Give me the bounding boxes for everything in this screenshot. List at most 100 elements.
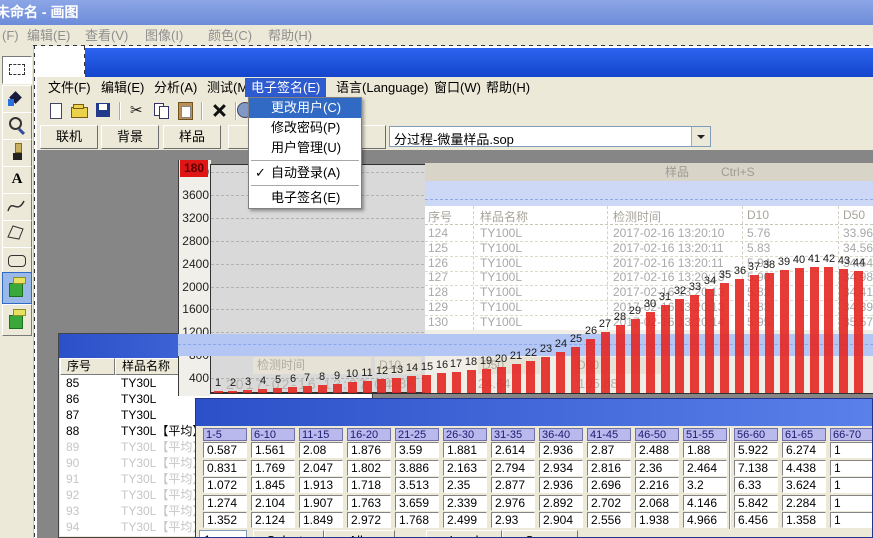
dist-cell-r1-c3[interactable]: 2.08 bbox=[299, 442, 343, 458]
dist-cell-r4-c2[interactable]: 2.104 bbox=[251, 495, 295, 511]
dist-cell-r3-c8[interactable]: 2.936 bbox=[539, 477, 583, 493]
dist-cell-r3-c5[interactable]: 3.513 bbox=[395, 477, 439, 493]
cube-icon[interactable] bbox=[2, 304, 32, 336]
control-button-select[interactable]: Select= bbox=[253, 530, 324, 538]
dist-cell-r3-c13[interactable]: 3.624 bbox=[782, 477, 826, 493]
dist-cell-r2-c3[interactable]: 2.047 bbox=[299, 460, 343, 476]
dist-cell-r4-c9[interactable]: 2.702 bbox=[587, 495, 631, 511]
dist-cell-r2-c10[interactable]: 2.36 bbox=[635, 460, 679, 476]
app-menu-0[interactable]: 文件(F) bbox=[42, 78, 97, 97]
dist-cell-r1-c12[interactable]: 5.922 bbox=[734, 442, 778, 458]
dist-cell-r4-c10[interactable]: 2.068 bbox=[635, 495, 679, 511]
results-row-127[interactable]: 127TY100L2017-02-16 13:20:135.9034.98 bbox=[425, 270, 873, 286]
control-button-load[interactable]: Load bbox=[426, 530, 502, 538]
dist-cell-r4-c6[interactable]: 2.339 bbox=[443, 495, 487, 511]
dist-cell-r5-c3[interactable]: 1.849 bbox=[299, 512, 343, 528]
copy-icon[interactable] bbox=[150, 99, 172, 122]
dist-cell-r5-c2[interactable]: 2.124 bbox=[251, 512, 295, 528]
brush-tool-icon[interactable] bbox=[2, 139, 32, 167]
dist-cell-r1-c8[interactable]: 2.936 bbox=[539, 442, 583, 458]
paint-menu-1[interactable]: 编辑(E) bbox=[27, 25, 70, 46]
control-button-save[interactable]: Save bbox=[502, 530, 578, 538]
dist-cell-r1-c14[interactable]: 1 bbox=[830, 442, 873, 458]
text-tool-icon[interactable]: A bbox=[2, 166, 32, 194]
fill-tool-icon[interactable] bbox=[2, 85, 32, 113]
dist-cell-r4-c1[interactable]: 1.274 bbox=[203, 495, 247, 511]
dist-cell-r4-c11[interactable]: 4.146 bbox=[683, 495, 727, 511]
dist-cell-r3-c12[interactable]: 6.33 bbox=[734, 477, 778, 493]
results-row-124[interactable]: 124TY100L2017-02-16 13:20:105.7633.96 bbox=[425, 226, 873, 242]
cube-icon-selected[interactable] bbox=[2, 272, 32, 304]
new-file-icon[interactable] bbox=[44, 99, 66, 122]
dist-cell-r4-c5[interactable]: 3.659 bbox=[395, 495, 439, 511]
dist-cell-r1-c10[interactable]: 2.488 bbox=[635, 442, 679, 458]
dist-cell-r2-c1[interactable]: 0.831 bbox=[203, 460, 247, 476]
open-file-icon[interactable] bbox=[68, 99, 90, 122]
index-input[interactable]: 1 bbox=[199, 530, 247, 538]
dist-cell-r4-c12[interactable]: 5.842 bbox=[734, 495, 778, 511]
background-button[interactable]: 背景 bbox=[101, 125, 159, 149]
dist-cell-r3-c6[interactable]: 2.35 bbox=[443, 477, 487, 493]
sample-button[interactable]: 样品 bbox=[163, 125, 221, 149]
dist-cell-r5-c7[interactable]: 2.93 bbox=[491, 512, 535, 528]
dist-cell-r3-c3[interactable]: 1.913 bbox=[299, 477, 343, 493]
dist-cell-r1-c2[interactable]: 1.561 bbox=[251, 442, 295, 458]
cut-icon[interactable] bbox=[126, 99, 148, 122]
dist-cell-r5-c4[interactable]: 2.972 bbox=[347, 512, 391, 528]
dist-cell-r4-c7[interactable]: 2.976 bbox=[491, 495, 535, 511]
dist-cell-r2-c4[interactable]: 1.802 bbox=[347, 460, 391, 476]
dist-cell-r1-c4[interactable]: 1.876 bbox=[347, 442, 391, 458]
dist-cell-r5-c10[interactable]: 1.938 bbox=[635, 512, 679, 528]
dropdown-item-4[interactable]: 自动登录(A) bbox=[249, 163, 361, 183]
app-menu-2[interactable]: 分析(A) bbox=[148, 78, 203, 97]
select-tool-icon[interactable] bbox=[2, 56, 32, 84]
paint-menu-2[interactable]: 查看(V) bbox=[85, 25, 128, 46]
dist-cell-r2-c8[interactable]: 2.934 bbox=[539, 460, 583, 476]
dist-cell-r5-c6[interactable]: 2.499 bbox=[443, 512, 487, 528]
dist-cell-r2-c12[interactable]: 7.138 bbox=[734, 460, 778, 476]
dist-cell-r5-c11[interactable]: 4.966 bbox=[683, 512, 727, 528]
paint-menu-4[interactable]: 颜色(C) bbox=[208, 25, 252, 46]
dist-cell-r2-c11[interactable]: 2.464 bbox=[683, 460, 727, 476]
selection-marquee-left[interactable] bbox=[34, 45, 35, 538]
curve-tool-icon[interactable] bbox=[2, 193, 32, 221]
dist-cell-r1-c7[interactable]: 2.614 bbox=[491, 442, 535, 458]
sop-combobox[interactable]: 分过程-微量样品.sop bbox=[389, 126, 711, 147]
app-menu-4[interactable]: 电子签名(E) bbox=[245, 78, 326, 97]
selection-marquee-top[interactable] bbox=[33, 45, 873, 46]
dist-cell-r1-c6[interactable]: 1.881 bbox=[443, 442, 487, 458]
paint-menu-5[interactable]: 帮助(H) bbox=[268, 25, 312, 46]
dist-cell-r5-c9[interactable]: 2.556 bbox=[587, 512, 631, 528]
dist-cell-r4-c13[interactable]: 2.284 bbox=[782, 495, 826, 511]
dist-cell-r3-c10[interactable]: 2.216 bbox=[635, 477, 679, 493]
paint-menu-3[interactable]: 图像(I) bbox=[145, 25, 183, 46]
save-file-icon[interactable] bbox=[92, 99, 114, 122]
dist-cell-r5-c1[interactable]: 1.352 bbox=[203, 512, 247, 528]
online-button[interactable]: 联机 bbox=[40, 125, 98, 149]
dist-cell-r3-c2[interactable]: 1.845 bbox=[251, 477, 295, 493]
polygon-tool-icon[interactable] bbox=[2, 220, 32, 248]
dist-cell-r3-c4[interactable]: 1.718 bbox=[347, 477, 391, 493]
app-menu-7[interactable]: 帮助(H) bbox=[480, 78, 536, 97]
dist-cell-r2-c7[interactable]: 2.794 bbox=[491, 460, 535, 476]
app-menu-5[interactable]: 语言(Language) bbox=[330, 78, 435, 97]
dropdown-item-1[interactable]: 修改密码(P) bbox=[249, 118, 361, 138]
dist-cell-r1-c5[interactable]: 3.59 bbox=[395, 442, 439, 458]
paint-menu-0[interactable]: (F) bbox=[2, 25, 19, 46]
dist-cell-r5-c13[interactable]: 1.358 bbox=[782, 512, 826, 528]
delete-icon[interactable] bbox=[208, 99, 230, 122]
dist-cell-r4-c4[interactable]: 1.763 bbox=[347, 495, 391, 511]
control-button-all[interactable]: All= bbox=[324, 530, 395, 538]
dist-cell-r2-c6[interactable]: 2.163 bbox=[443, 460, 487, 476]
app-menu-6[interactable]: 窗口(W) bbox=[428, 78, 487, 97]
dist-cell-r2-c13[interactable]: 4.438 bbox=[782, 460, 826, 476]
dist-cell-r3-c11[interactable]: 3.2 bbox=[683, 477, 727, 493]
dist-cell-r3-c9[interactable]: 2.696 bbox=[587, 477, 631, 493]
dist-cell-r5-c12[interactable]: 6.456 bbox=[734, 512, 778, 528]
dist-cell-r1-c13[interactable]: 6.274 bbox=[782, 442, 826, 458]
app-menu-1[interactable]: 编辑(E) bbox=[95, 78, 150, 97]
dist-cell-r4-c8[interactable]: 2.892 bbox=[539, 495, 583, 511]
dist-cell-r2-c14[interactable]: 1 bbox=[830, 460, 873, 476]
magnifier-tool-icon[interactable] bbox=[2, 112, 32, 140]
distribution-table-titlebar[interactable] bbox=[196, 399, 872, 426]
